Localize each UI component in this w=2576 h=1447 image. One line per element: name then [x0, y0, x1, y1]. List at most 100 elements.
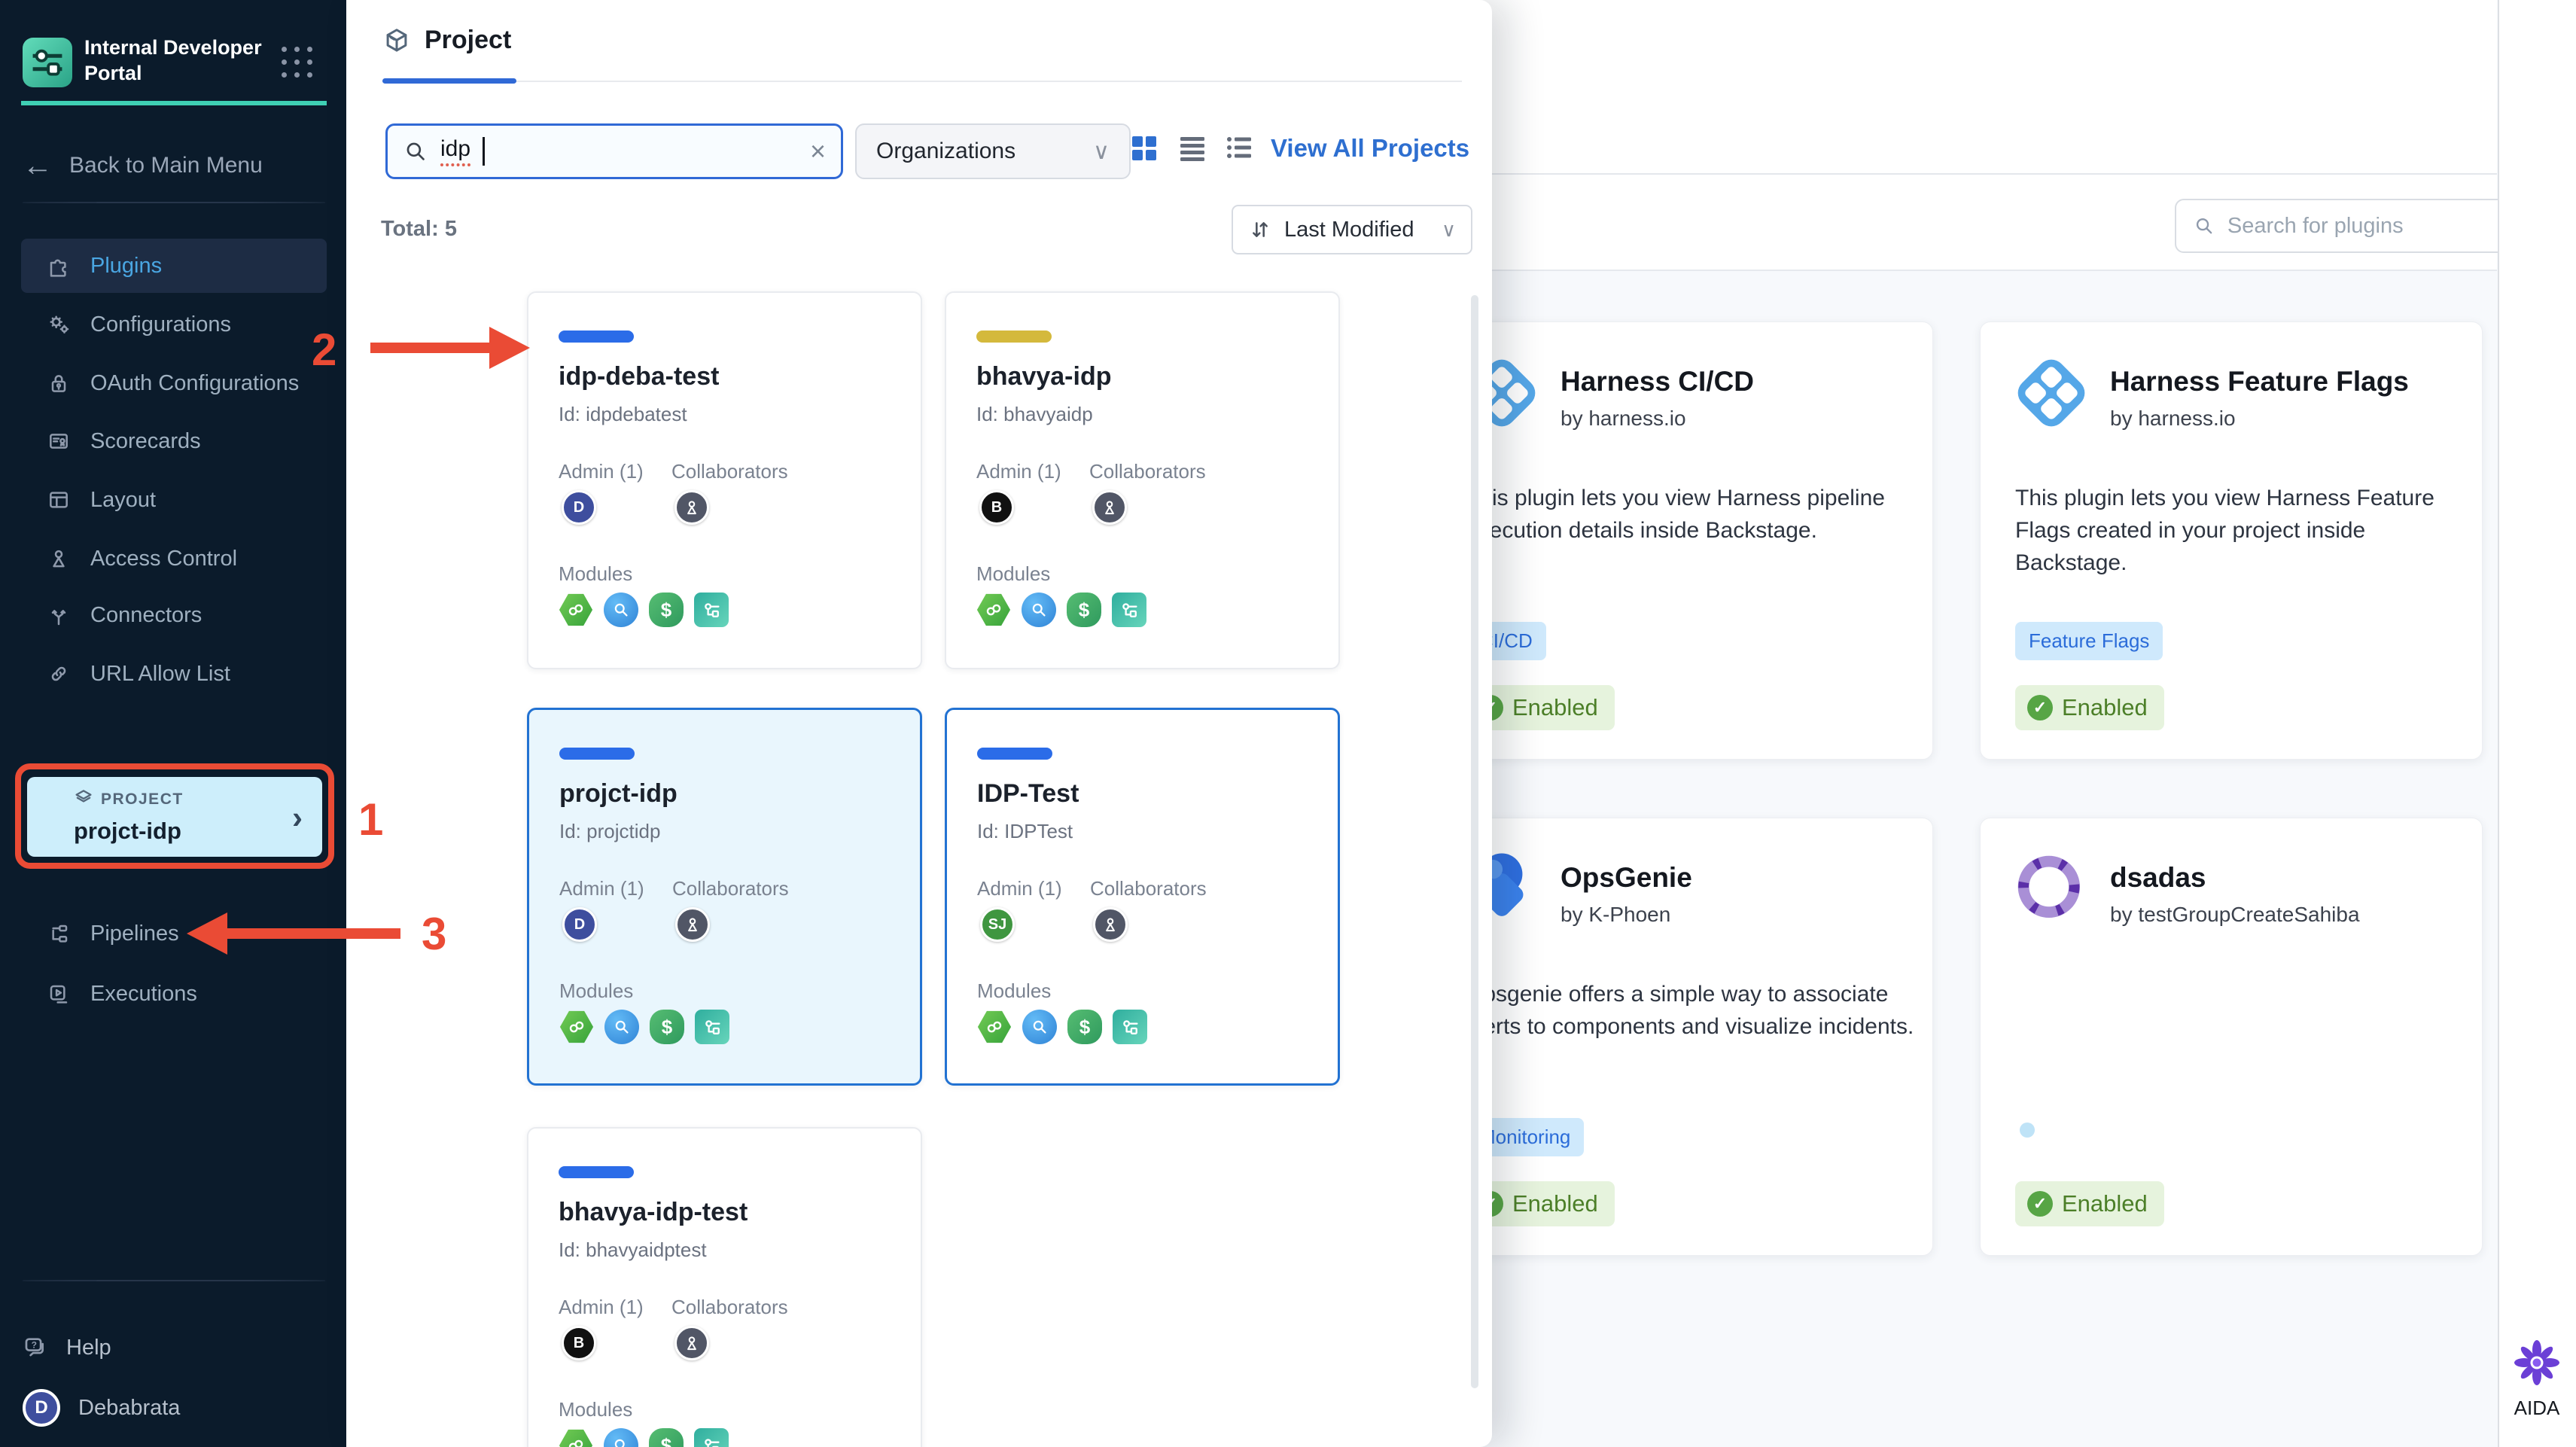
- person-icon: [687, 1336, 696, 1351]
- plugin-title: Harness Feature Flags: [2110, 366, 2409, 397]
- project-card-bhavya-idp[interactable]: bhavya-idp Id: bhavyaidp Admin (1) Colla…: [945, 291, 1340, 669]
- back-to-main-menu[interactable]: ← Back to Main Menu: [23, 145, 327, 187]
- module-icons: $: [559, 1010, 729, 1044]
- accent-bar: [21, 101, 327, 105]
- sidebar-item-executions[interactable]: Executions: [21, 967, 327, 1021]
- project-name: bhavya-idp: [976, 362, 1112, 391]
- plugin-card-dsadas[interactable]: dsadas by testGroupCreateSahiba ✓ Enabled: [1980, 818, 2483, 1256]
- cd-module-icon: [559, 593, 593, 626]
- aida-assistant-button[interactable]: AIDA: [2498, 1339, 2576, 1420]
- plugin-card-harness-feature-flags[interactable]: Harness Feature Flags by harness.io This…: [1980, 321, 2483, 760]
- project-name: idp-deba-test: [559, 362, 720, 391]
- project-id: Id: IDPTest: [977, 820, 1073, 842]
- project-card-bhavya-idp-test[interactable]: bhavya-idp-test Id: bhavyaidptest Admin …: [527, 1127, 922, 1447]
- collapsed-tag-dot: [2020, 1123, 2035, 1138]
- total-count: Total: 5: [381, 217, 457, 241]
- app-title: Internal Developer Portal: [84, 36, 262, 84]
- idp-module-icon: [1112, 593, 1146, 627]
- plugin-title: dsadas: [2110, 862, 2206, 893]
- svg-text:?: ?: [32, 1339, 37, 1350]
- plugin-description: Opsgenie offers a simple way to associat…: [1466, 982, 1914, 1039]
- collaborator-avatar[interactable]: [674, 490, 709, 525]
- admin-avatar[interactable]: D: [562, 490, 596, 525]
- sto-module-icon: [604, 593, 638, 627]
- sto-module-icon: [1022, 593, 1056, 627]
- idp-module-icon: [1113, 1010, 1147, 1044]
- person-icon: [53, 550, 65, 568]
- app-logo-icon[interactable]: [23, 38, 72, 87]
- admin-avatar[interactable]: D: [562, 907, 597, 942]
- tab-divider: [382, 81, 1462, 82]
- help-chat-icon: ?: [25, 1338, 44, 1357]
- plugin-card-harness-cicd[interactable]: Harness CI/CD by harness.io This plugin …: [1430, 321, 1933, 760]
- sidebar-item-oauth-configurations[interactable]: OAuth Configurations: [21, 356, 327, 410]
- plugin-description: This plugin lets you view Harness Featur…: [2015, 486, 2434, 575]
- search-input[interactable]: idp ×: [385, 123, 843, 179]
- collaborator-avatar[interactable]: [1092, 490, 1127, 525]
- divider: [23, 202, 325, 203]
- chevron-down-icon: ∨: [1093, 139, 1110, 164]
- right-rail: [2498, 0, 2576, 1447]
- modal-scrollbar-thumb[interactable]: [1471, 295, 1478, 1388]
- project-name: bhavya-idp-test: [559, 1198, 748, 1226]
- sidebar-item-plugins[interactable]: Plugins: [21, 239, 327, 293]
- admin-avatar[interactable]: B: [979, 490, 1014, 525]
- view-all-projects-link[interactable]: View All Projects: [1271, 134, 1469, 163]
- tab-label: Project: [425, 26, 512, 54]
- sort-icon: [1253, 222, 1268, 237]
- plugin-title: OpsGenie: [1561, 862, 1692, 893]
- collaborator-avatar[interactable]: [1093, 907, 1128, 942]
- sidebar-item-layout[interactable]: Layout: [21, 473, 327, 527]
- plugin-search-box[interactable]: [2175, 199, 2509, 253]
- plugin-description: This plugin lets you view Harness pipeli…: [1466, 486, 1885, 543]
- list-view-button[interactable]: [1177, 133, 1207, 163]
- idp-module-icon: [695, 1010, 729, 1044]
- sto-module-icon: [604, 1428, 638, 1447]
- tab-project[interactable]: Project: [382, 26, 511, 55]
- project-selector-panel: Project idp × Organizations ∨ View All P…: [346, 0, 1492, 1447]
- project-id: Id: bhavyaidptest: [559, 1238, 707, 1261]
- aida-icon: [2514, 1340, 2559, 1385]
- enabled-badge: ✓Enabled: [2015, 1181, 2164, 1226]
- organizations-dropdown[interactable]: Organizations ∨: [855, 123, 1131, 179]
- idp-module-icon: [694, 593, 729, 627]
- plugin-card-opsgenie[interactable]: OpsGenie by K-Phoen Opsgenie offers a si…: [1430, 818, 1933, 1256]
- ccm-module-icon: $: [649, 1428, 684, 1447]
- annotation-arrow-3: [187, 912, 400, 955]
- project-card-projct-idp[interactable]: projct-idp Id: projctidp Admin (1) Colla…: [527, 708, 922, 1086]
- admin-avatar[interactable]: B: [562, 1326, 596, 1360]
- collaborator-avatar[interactable]: [674, 1326, 709, 1360]
- sidebar-item-access-control[interactable]: Access Control: [21, 532, 327, 586]
- check-icon: ✓: [2027, 1191, 2053, 1217]
- sidebar-item-connectors[interactable]: Connectors: [21, 588, 327, 642]
- enabled-badge: ✓Enabled: [2015, 685, 2164, 730]
- user-profile[interactable]: D Debabrata: [23, 1385, 327, 1430]
- project-id: Id: projctidp: [559, 820, 661, 842]
- sidebar-item-url-allow-list[interactable]: URL Allow List: [21, 647, 327, 701]
- sidebar-item-scorecards[interactable]: Scorecards: [21, 414, 327, 468]
- person-icon: [1106, 918, 1115, 932]
- sort-dropdown[interactable]: Last Modified ∨: [1232, 205, 1472, 254]
- annotation-box-1: [15, 763, 334, 869]
- grid-view-button[interactable]: [1129, 133, 1159, 163]
- project-id: Id: idpdebatest: [559, 403, 687, 425]
- module-icons: $: [977, 1010, 1147, 1044]
- project-card-idp-deba-test[interactable]: idp-deba-test Id: idpdebatest Admin (1) …: [527, 291, 922, 669]
- clear-search-icon[interactable]: ×: [810, 136, 826, 167]
- puzzle-icon: [50, 259, 66, 277]
- module-icons: $: [559, 1428, 729, 1447]
- card-color-bar: [976, 331, 1052, 343]
- plugin-search-input[interactable]: [2225, 212, 2491, 239]
- harness-logo-icon: [2017, 359, 2085, 427]
- sidebar: Internal Developer Portal ← Back to Main…: [0, 0, 346, 1447]
- idp-module-icon: [694, 1428, 729, 1447]
- sidebar-item-configurations[interactable]: Configurations: [21, 297, 327, 352]
- module-icons: $: [976, 593, 1146, 627]
- help-button[interactable]: ? Help: [23, 1325, 327, 1370]
- collaborator-avatar[interactable]: [675, 907, 710, 942]
- project-card-idp-test[interactable]: IDP-Test Id: IDPTest Admin (1) Collabora…: [945, 708, 1340, 1086]
- app-switcher-icon[interactable]: [282, 47, 315, 80]
- admin-avatar[interactable]: SJ: [980, 907, 1015, 942]
- detailed-list-view-button[interactable]: [1224, 133, 1254, 163]
- person-icon: [688, 918, 697, 932]
